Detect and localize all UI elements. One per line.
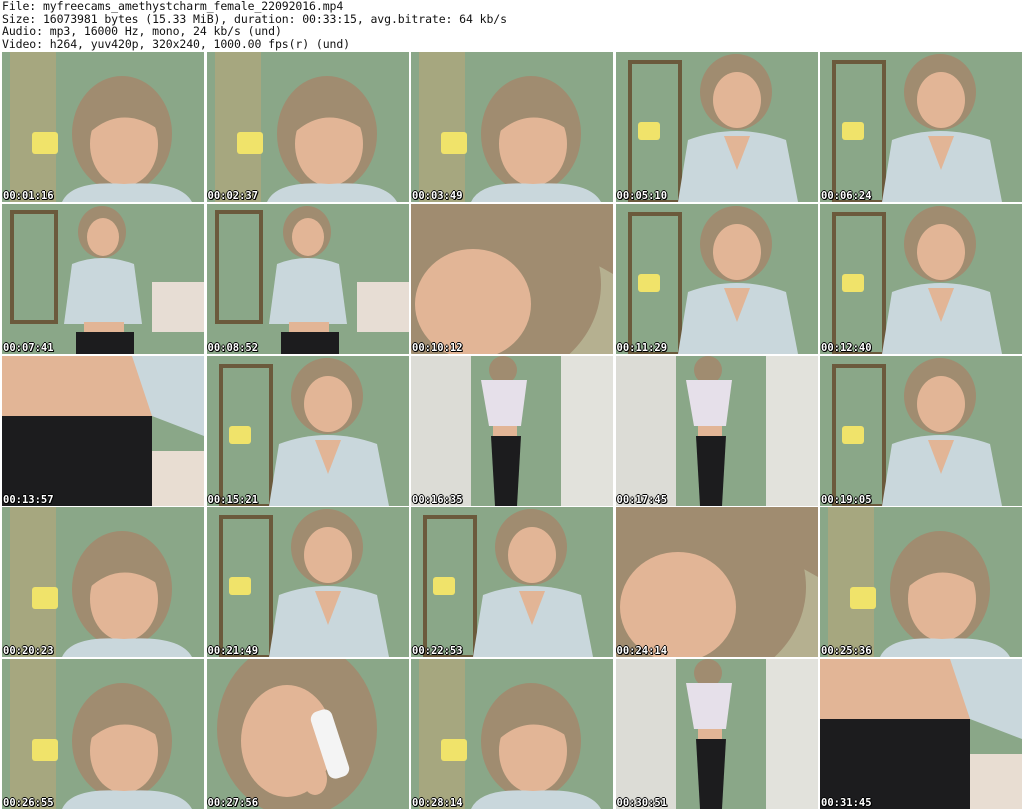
thumbnail-timestamp: 00:20:23 (3, 645, 54, 658)
video-thumbnail: 00:06:24 (820, 52, 1022, 202)
thumbnail-timestamp: 00:27:56 (207, 797, 259, 810)
thumbnail-frame-image (820, 507, 1022, 658)
thumbnail-frame-image (615, 203, 818, 354)
thumbnail-timestamp: 00:15:21 (207, 493, 259, 506)
thumbnail-timestamp: 00:06:24 (821, 190, 872, 202)
thumbnail-timestamp: 00:02:37 (207, 190, 259, 202)
video-thumbnail: 00:19:05 (820, 355, 1022, 506)
video-thumbnail: 00:27:56 (206, 659, 409, 810)
thumbnail-timestamp: 00:28:14 (412, 797, 463, 810)
thumbnail-timestamp: 00:24:14 (616, 645, 668, 658)
thumbnail-frame-image (206, 52, 409, 202)
thumbnail-frame-image (2, 203, 204, 354)
video-thumbnail: 00:02:37 (206, 52, 409, 202)
video-thumbnail: 00:08:52 (206, 203, 409, 354)
file-info-header: File: myfreecams_amethystcharm_female_22… (2, 0, 1022, 50)
video-thumbnail: 00:30:51 (615, 659, 818, 810)
thumbnail-timestamp: 00:31:45 (821, 797, 872, 810)
thumbnail-frame-image (411, 355, 613, 506)
thumbnail-frame-image (2, 52, 204, 202)
video-thumbnail: 00:11:29 (615, 203, 818, 354)
thumbnail-frame-image (206, 203, 409, 354)
video-thumbnail: 00:17:45 (615, 355, 818, 506)
thumbnail-timestamp: 00:07:41 (3, 341, 54, 354)
thumbnail-timestamp: 00:01:16 (3, 190, 54, 202)
audio-info-line: Audio: mp3, 16000 Hz, mono, 24 kb/s (und… (2, 24, 282, 39)
thumbnail-timestamp: 00:03:49 (412, 190, 463, 202)
thumbnail-timestamp: 00:12:40 (821, 341, 872, 354)
thumbnail-timestamp: 00:13:57 (3, 493, 54, 506)
thumbnail-timestamp: 00:22:53 (412, 645, 463, 658)
thumbnail-timestamp: 00:08:52 (207, 341, 259, 354)
thumbnail-timestamp: 00:30:51 (616, 797, 668, 810)
video-thumbnail: 00:13:57 (2, 355, 204, 506)
video-thumbnail: 00:22:53 (411, 507, 613, 658)
thumbnail-frame-image (820, 203, 1022, 354)
thumbnail-timestamp: 00:17:45 (616, 493, 668, 506)
thumbnail-frame-image (2, 659, 204, 810)
thumbnail-timestamp: 00:16:35 (412, 493, 463, 506)
thumbnail-frame-image (820, 355, 1022, 506)
thumbnail-timestamp: 00:05:10 (616, 190, 668, 202)
thumbnail-timestamp: 00:25:36 (821, 645, 872, 658)
thumbnail-frame-image (2, 355, 204, 506)
file-name-line: File: myfreecams_amethystcharm_female_22… (2, 0, 344, 13)
thumbnail-frame-image (615, 507, 818, 658)
video-thumbnail: 00:07:41 (2, 203, 204, 354)
thumbnail-timestamp: 00:11:29 (616, 341, 668, 354)
video-thumbnail: 00:21:49 (206, 507, 409, 658)
video-thumbnail: 00:28:14 (411, 659, 613, 810)
thumbnail-frame-image (2, 507, 204, 658)
thumbnail-frame-image (206, 507, 409, 658)
thumbnail-grid: 00:01:16 00:02:37 00:03:49 00:05:10 00:0… (2, 52, 1022, 810)
thumbnail-frame-image (206, 659, 409, 810)
video-info-line: Video: h264, yuv420p, 320x240, 1000.00 f… (2, 36, 351, 51)
video-thumbnail: 00:26:55 (2, 659, 204, 810)
thumbnail-frame-image (820, 659, 1022, 810)
thumbnail-timestamp: 00:21:49 (207, 645, 259, 658)
video-thumbnail: 00:12:40 (820, 203, 1022, 354)
video-thumbnail: 00:24:14 (615, 507, 818, 658)
video-thumbnail: 00:31:45 (820, 659, 1022, 810)
video-thumbnail: 00:16:35 (411, 355, 613, 506)
video-thumbnail: 00:20:23 (2, 507, 204, 658)
video-thumbnail: 00:25:36 (820, 507, 1022, 658)
thumbnail-frame-image (411, 507, 613, 658)
video-thumbnail: 00:10:12 (411, 203, 613, 354)
video-thumbnail: 00:05:10 (615, 52, 818, 202)
thumbnail-frame-image (411, 203, 613, 354)
thumbnail-frame-image (615, 659, 818, 810)
thumbnail-frame-image (615, 52, 818, 202)
thumbnail-frame-image (411, 52, 613, 202)
thumbnail-frame-image (615, 355, 818, 506)
thumbnail-timestamp: 00:19:05 (821, 493, 872, 506)
thumbnail-frame-image (411, 659, 613, 810)
thumbnail-timestamp: 00:26:55 (3, 797, 54, 810)
video-thumbnail: 00:03:49 (411, 52, 613, 202)
video-thumbnail: 00:15:21 (206, 355, 409, 506)
thumbnail-frame-image (820, 52, 1022, 202)
video-thumbnail: 00:01:16 (2, 52, 204, 202)
thumbnail-frame-image (206, 355, 409, 506)
thumbnail-timestamp: 00:10:12 (412, 341, 463, 354)
